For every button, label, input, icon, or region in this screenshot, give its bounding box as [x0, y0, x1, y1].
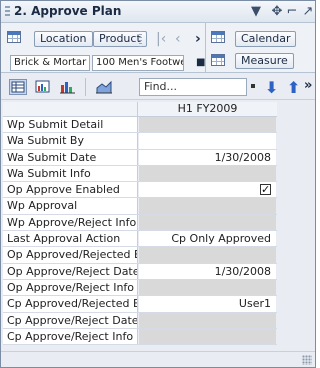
product-value[interactable]: 100 Men's Footwear [92, 55, 184, 71]
first-page-icon[interactable]: |‹ [156, 31, 166, 47]
table-row: Cp Approve/Reject Date [3, 312, 277, 329]
row-value[interactable] [139, 328, 276, 345]
row-value[interactable]: User1 [139, 296, 276, 312]
grid-corner [3, 102, 138, 116]
columns-grid-icon [211, 31, 225, 43]
row-value[interactable] [139, 279, 276, 296]
find-dropdown-icon[interactable] [251, 84, 255, 88]
row-value[interactable]: 1/30/2008 [139, 263, 276, 279]
rows-grid-icon [7, 31, 21, 43]
table-row: Wa Submit By [3, 133, 277, 150]
window-title: 2. Approve Plan [14, 4, 122, 18]
table-row: Cp Approved/Rejected By User1 [3, 296, 277, 313]
row-label: Wp Approval [3, 198, 138, 214]
divider-grip [139, 31, 142, 47]
table-row: Last Approval Action Cp Only Approved [3, 231, 277, 248]
find-previous-up-icon[interactable]: ⬆ [287, 78, 300, 97]
area-chart-icon[interactable] [95, 79, 113, 95]
row-label: Wa Submit Date [3, 149, 138, 165]
row-label: Wa Submit Info [3, 165, 138, 182]
next-page-icon[interactable]: › [195, 31, 201, 47]
table-row: Op Approve Enabled [3, 182, 277, 199]
grid-header-row: H1 FY2009 [3, 102, 277, 117]
table-row: Wa Submit Info [3, 165, 277, 183]
approve-plan-window: 2. Approve Plan ▼ ✥ ⌐ ↗ Location Product… [0, 0, 316, 368]
toolbar-separator [85, 78, 86, 96]
row-label: Op Approved/Rejected By [3, 247, 138, 263]
table-row: Op Approve/Reject Info [3, 279, 277, 297]
table-row: Op Approved/Rejected By [3, 247, 277, 264]
row-label: Cp Approve/Reject Info [3, 328, 138, 345]
table-row: Wp Approve/Reject Info [3, 214, 277, 232]
row-label: Cp Approve/Reject Date [3, 312, 138, 328]
row-label: Cp Approved/Rejected By [3, 296, 138, 312]
title-bar: 2. Approve Plan ▼ ✥ ⌐ ↗ [1, 1, 315, 23]
location-value[interactable]: Brick & Mortar [10, 55, 90, 71]
row-label: Op Approve/Reject Info [3, 279, 138, 296]
resize-grip-icon[interactable] [302, 355, 312, 365]
row-label: Op Approve Enabled [3, 182, 138, 198]
measures-grid-icon [211, 54, 225, 66]
dropdown-icon[interactable]: ▼ [247, 3, 265, 21]
table-row: Cp Approve/Reject Info [3, 328, 277, 346]
row-label: Wp Approve/Reject Info [3, 214, 138, 231]
table-row: Op Approve/Reject Date 1/30/2008 [3, 263, 277, 280]
table-row: Wp Approval [3, 198, 277, 215]
column-header[interactable]: H1 FY2009 [139, 102, 276, 116]
row-value[interactable] [139, 312, 276, 328]
chart-grid-view-icon[interactable] [34, 79, 52, 95]
row-value[interactable] [139, 133, 276, 149]
view-toolbar: Find... ⬇ ⬆ » [1, 74, 315, 100]
grid-empty-area [277, 102, 315, 347]
dimension-bar: Location Product Brick & Mortar 100 Men'… [1, 23, 315, 73]
status-bar [1, 351, 315, 367]
measure-button[interactable]: Measure [235, 53, 294, 69]
row-value[interactable]: Cp Only Approved [139, 231, 276, 247]
row-label: Last Approval Action [3, 231, 138, 247]
row-value[interactable] [139, 117, 276, 133]
grid-view-icon[interactable] [9, 79, 27, 95]
row-value[interactable] [139, 198, 276, 214]
row-value[interactable]: 1/30/2008 [139, 149, 276, 165]
table-row: Wa Submit Date 1/30/2008 [3, 149, 277, 166]
row-label: Wp Submit Detail [3, 117, 138, 133]
row-label: Op Approve/Reject Date [3, 263, 138, 279]
drag-grip-icon[interactable] [5, 6, 10, 18]
find-input[interactable]: Find... [139, 78, 247, 96]
approve-enabled-checkbox[interactable] [260, 182, 271, 198]
row-value[interactable] [139, 182, 276, 198]
find-next-down-icon[interactable]: ⬇ [265, 78, 278, 97]
row-value[interactable] [139, 214, 276, 231]
row-label: Wa Submit By [3, 133, 138, 149]
location-button[interactable]: Location [34, 31, 93, 47]
row-value[interactable] [139, 165, 276, 182]
table-row: Wp Submit Detail [3, 117, 277, 134]
more-options-icon[interactable]: » [304, 78, 312, 93]
previous-page-icon[interactable]: ‹ [175, 31, 181, 47]
bar-chart-view-icon[interactable] [59, 79, 77, 95]
column-separator [205, 23, 206, 73]
row-value[interactable] [139, 247, 276, 263]
maximize-icon[interactable]: ↗ [299, 3, 317, 21]
measure-grid: H1 FY2009 Wp Submit Detail Wa Submit By Wa… [3, 102, 277, 346]
calendar-button[interactable]: Calendar [235, 31, 297, 47]
